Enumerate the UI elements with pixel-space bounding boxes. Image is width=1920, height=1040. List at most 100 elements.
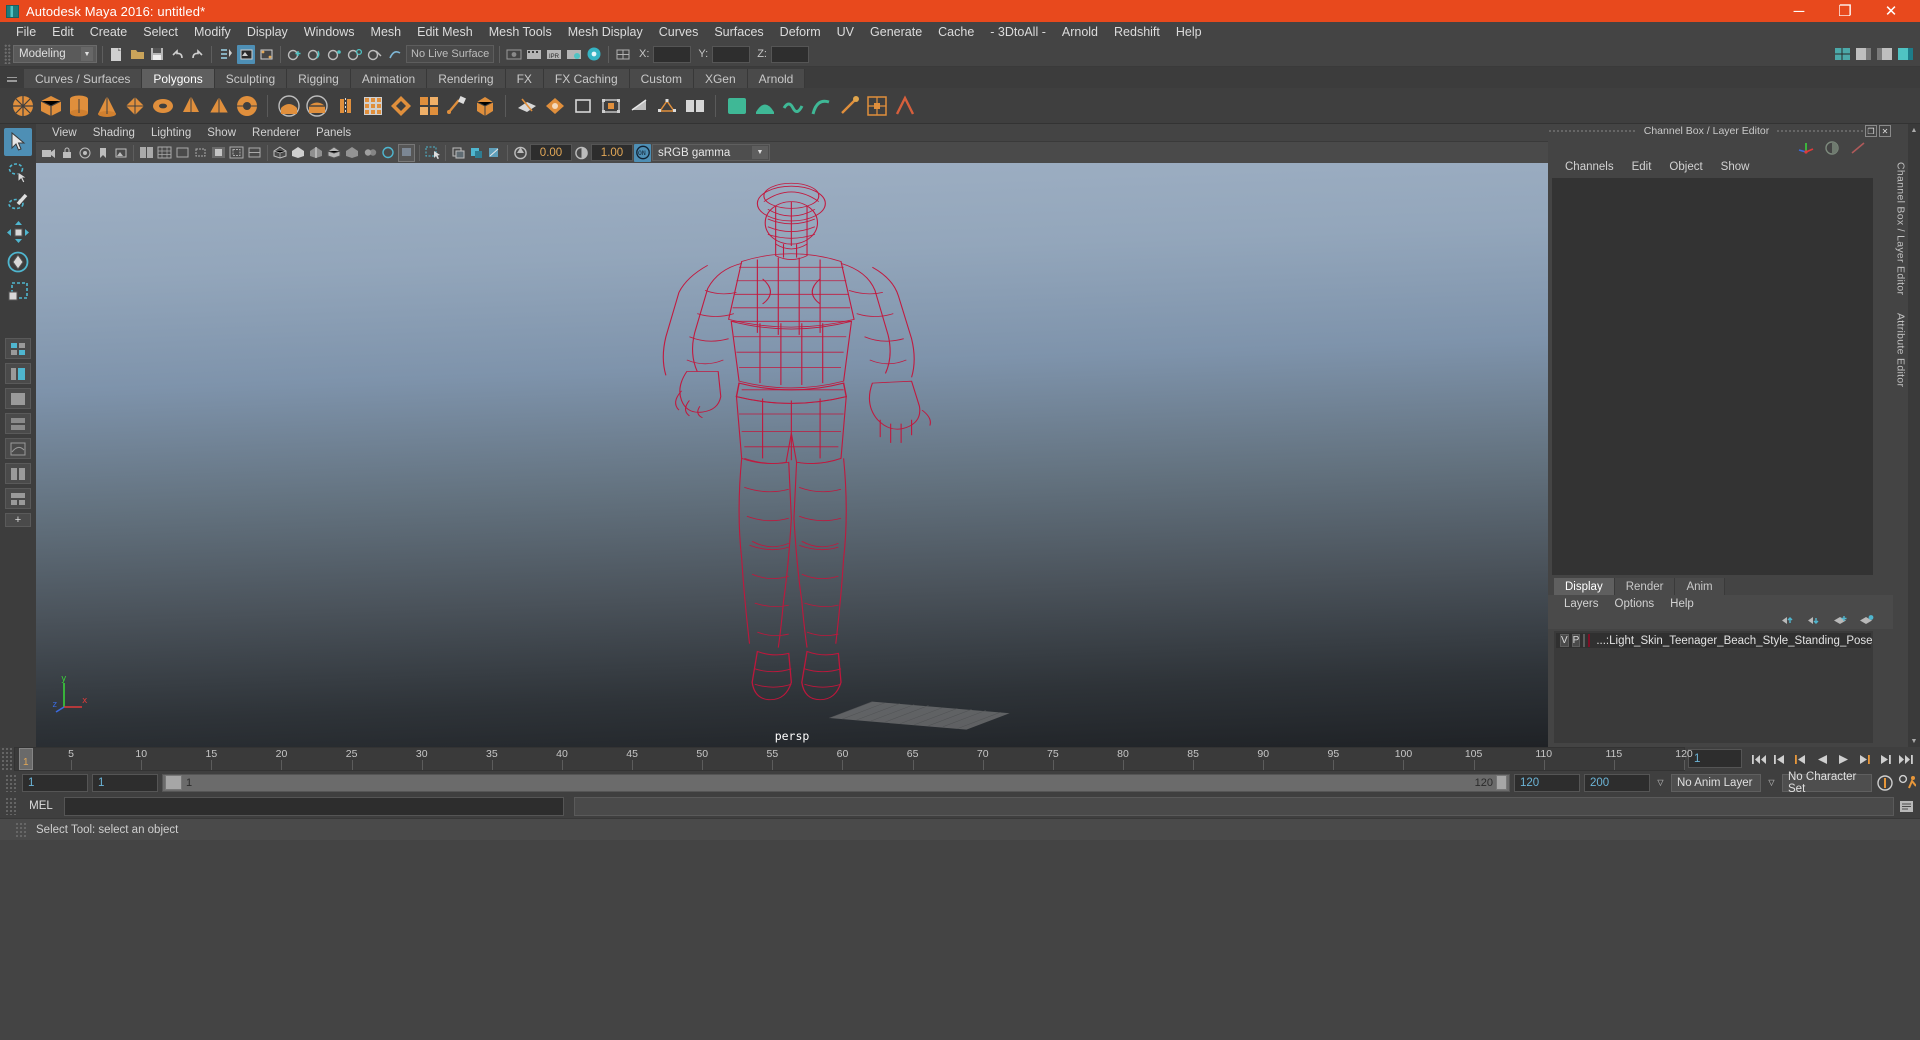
polygon-cube-icon[interactable]	[38, 93, 63, 118]
menu-3dtoall[interactable]: - 3DtoAll -	[982, 22, 1054, 42]
scroll-up-icon[interactable]: ▲	[1911, 124, 1918, 136]
insert-edge-loop-icon[interactable]	[598, 93, 623, 118]
step-back-keyframe-icon[interactable]	[1771, 750, 1789, 768]
docked-tab-attribute-editor[interactable]: Attribute Editor	[1895, 313, 1907, 387]
script-editor-icon[interactable]	[1898, 797, 1916, 815]
undo-icon[interactable]	[168, 45, 186, 64]
menu-deform[interactable]: Deform	[772, 22, 829, 42]
redo-icon[interactable]	[188, 45, 206, 64]
quick-layout-hypershade-icon[interactable]	[5, 413, 31, 434]
step-forward-frame-icon[interactable]	[1855, 750, 1873, 768]
viewport-menu-show[interactable]: Show	[199, 127, 244, 139]
current-time-indicator[interactable]: 1	[19, 748, 33, 770]
viewport-menu-panels[interactable]: Panels	[308, 127, 359, 139]
safe-action-icon[interactable]	[228, 144, 245, 162]
coord-y-field[interactable]	[712, 45, 751, 63]
layer-editor-tab-anim[interactable]: Anim	[1675, 578, 1725, 595]
ipr-render-icon[interactable]: IPR	[545, 45, 563, 64]
open-scene-icon[interactable]	[128, 45, 146, 64]
rotate-tool[interactable]	[4, 248, 32, 276]
texture-mode-icon[interactable]	[450, 144, 467, 162]
toolbar-grip[interactable]	[4, 44, 11, 64]
character-set-select[interactable]: No Character Set	[1782, 771, 1872, 795]
quick-layout-two-pane-icon[interactable]	[5, 463, 31, 484]
layer-visibility-toggle[interactable]: V	[1560, 634, 1569, 647]
multi-cut-icon[interactable]	[514, 93, 539, 118]
select-camera-icon[interactable]	[40, 144, 57, 162]
animation-start-field[interactable]: 1	[22, 773, 88, 792]
polygon-plane-icon[interactable]	[122, 93, 147, 118]
viewport-menu-renderer[interactable]: Renderer	[244, 127, 308, 139]
layer-menu-layers[interactable]: Layers	[1556, 598, 1607, 610]
crease-tool-icon[interactable]	[892, 93, 917, 118]
render-settings-icon[interactable]	[565, 45, 583, 64]
shelf-tab-animation[interactable]: Animation	[350, 69, 428, 88]
grid-toggle-icon[interactable]	[156, 144, 173, 162]
pinch-tool-icon[interactable]	[836, 93, 861, 118]
animation-end-field[interactable]: 200	[1584, 773, 1650, 792]
menu-surfaces[interactable]: Surfaces	[706, 22, 771, 42]
command-output[interactable]	[574, 796, 1894, 816]
viewport-menu-shading[interactable]: Shading	[85, 127, 143, 139]
range-slider-grip[interactable]	[4, 773, 18, 792]
menu-mesh[interactable]: Mesh	[363, 22, 410, 42]
sculpt-tool-icon[interactable]	[724, 93, 749, 118]
display-layer-row[interactable]: V P ...:Light_Skin_Teenager_Beach_Style_St…	[1556, 633, 1873, 648]
menu-mesh-tools[interactable]: Mesh Tools	[481, 22, 560, 42]
perspective-viewport[interactable]: y x z persp	[36, 163, 1548, 747]
extract-icon[interactable]	[332, 93, 357, 118]
connect-components-icon[interactable]	[654, 93, 679, 118]
shelf-tab-rendering[interactable]: Rendering	[427, 69, 506, 88]
slide-edge-icon[interactable]	[682, 93, 707, 118]
add-layout-icon[interactable]: +	[5, 513, 31, 527]
show-tool-settings-icon[interactable]	[1875, 45, 1893, 64]
make-live-icon[interactable]	[386, 45, 404, 64]
extrude-icon[interactable]	[444, 93, 469, 118]
play-backwards-icon[interactable]	[1813, 750, 1831, 768]
paint-select-tool[interactable]	[4, 188, 32, 216]
grab-tool-icon[interactable]	[808, 93, 833, 118]
resolution-gate-icon[interactable]	[192, 144, 209, 162]
shelf-tab-fx-caching[interactable]: FX Caching	[543, 69, 630, 88]
range-start-field[interactable]: 1	[92, 773, 158, 792]
shadows-icon[interactable]	[486, 144, 503, 162]
select-by-hierarchy-icon[interactable]	[217, 45, 235, 64]
relax-tool-icon[interactable]	[780, 93, 805, 118]
layer-editor-tab-display[interactable]: Display	[1554, 578, 1615, 595]
default-material-icon[interactable]	[398, 143, 415, 162]
range-slider-bar[interactable]: 1 120	[162, 773, 1510, 792]
quick-layout-outliner-persp-icon[interactable]	[5, 363, 31, 384]
scale-tool[interactable]	[4, 278, 32, 306]
smooth-shade-all-icon[interactable]	[290, 144, 307, 162]
layer-playback-toggle[interactable]: P	[1571, 634, 1581, 647]
shelf-tab-custom[interactable]: Custom	[629, 69, 694, 88]
menu-windows[interactable]: Windows	[296, 22, 363, 42]
menu-edit[interactable]: Edit	[44, 22, 82, 42]
render-sequence-icon[interactable]	[525, 45, 543, 64]
menu-help[interactable]: Help	[1168, 22, 1210, 42]
lasso-select-tool[interactable]	[4, 158, 32, 186]
shelf-tab-rigging[interactable]: Rigging	[287, 69, 351, 88]
time-slider[interactable]: 1 5 10 15 20 25 30 35 40 45 50 55 60 65 70 75 80 85 90 95 1…	[14, 747, 1693, 771]
menu-redshift[interactable]: Redshift	[1106, 22, 1168, 42]
time-slider-grip[interactable]	[0, 747, 14, 771]
play-forwards-icon[interactable]	[1834, 750, 1852, 768]
polygon-pyramid-icon[interactable]	[206, 93, 231, 118]
shaded-selected-icon[interactable]	[424, 144, 441, 162]
shelf-menu-icon[interactable]	[4, 70, 20, 88]
coord-x-field[interactable]	[653, 45, 692, 63]
polygon-sphere-icon[interactable]	[10, 93, 35, 118]
go-to-start-icon[interactable]	[1750, 750, 1768, 768]
animation-preferences-icon[interactable]	[1898, 774, 1916, 792]
current-frame-field[interactable]: 1	[1688, 749, 1742, 768]
polygon-cylinder-icon[interactable]	[66, 93, 91, 118]
image-plane-icon[interactable]	[112, 144, 129, 162]
menu-generate[interactable]: Generate	[862, 22, 930, 42]
select-by-component-icon[interactable]	[257, 45, 275, 64]
panel-drag-handle[interactable]	[1548, 128, 1637, 134]
lock-camera-icon[interactable]	[58, 144, 75, 162]
go-to-end-icon[interactable]	[1897, 750, 1915, 768]
close-panel-icon[interactable]: ✕	[1879, 125, 1891, 137]
smooth-tool-icon[interactable]	[752, 93, 777, 118]
xray-active-components-icon[interactable]	[380, 144, 397, 162]
